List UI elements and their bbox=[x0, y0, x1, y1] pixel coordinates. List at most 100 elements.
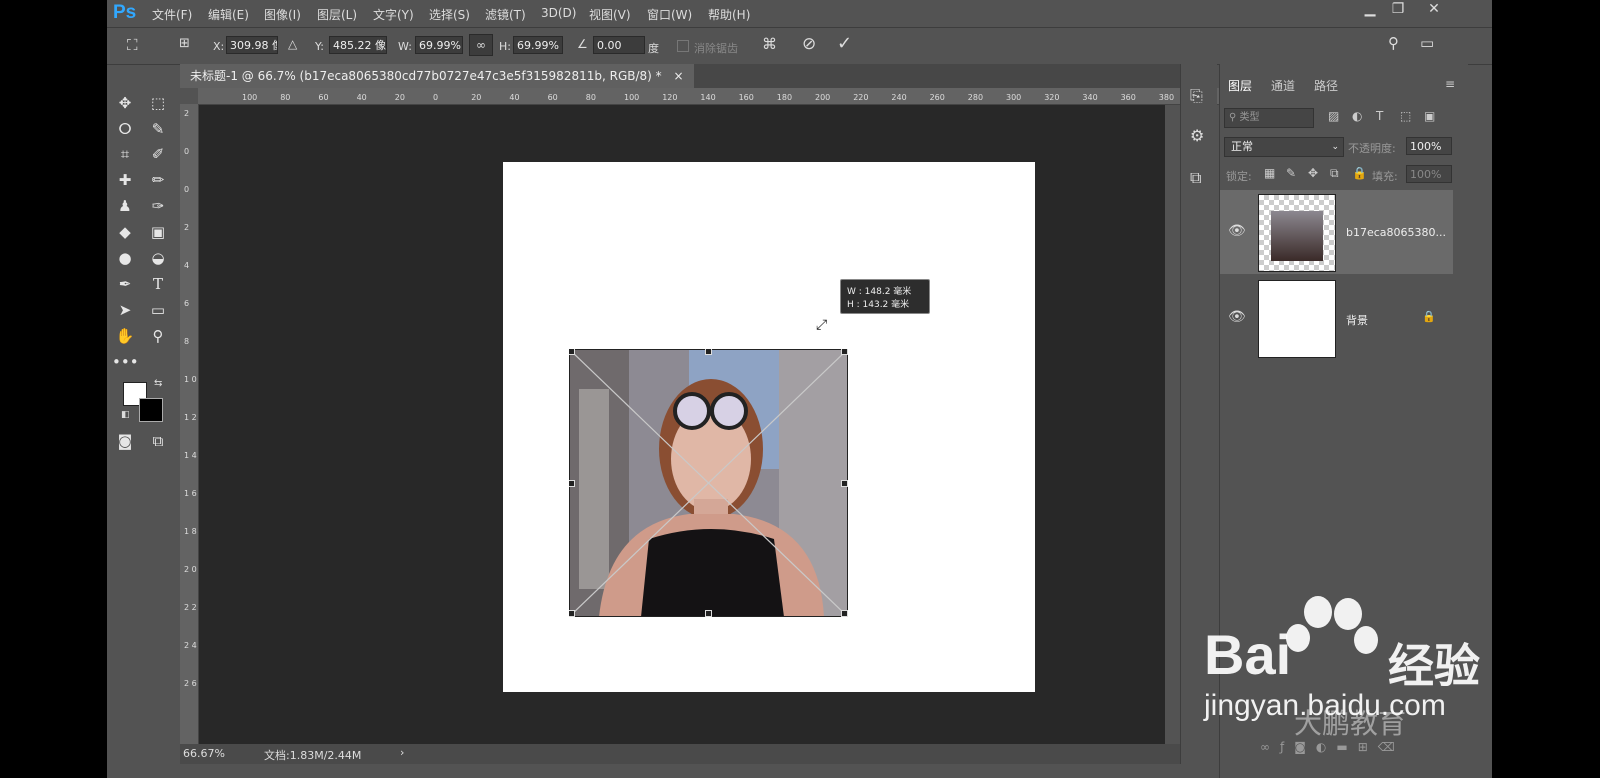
layer-name[interactable]: b17eca8065380... bbox=[1346, 226, 1446, 239]
search-icon[interactable]: ⚲ bbox=[1388, 34, 1399, 52]
quick-mask-icon[interactable]: ◙ bbox=[112, 430, 138, 452]
lock-pixels-icon[interactable]: ✎ bbox=[1286, 166, 1296, 180]
lasso-tool-icon[interactable]: ⵔ bbox=[112, 118, 138, 140]
layer-row-photo[interactable]: 👁 b17eca8065380... bbox=[1220, 190, 1453, 274]
brush-tool-icon[interactable]: ✏ bbox=[145, 169, 171, 191]
screen-mode-icon[interactable]: ⧉ bbox=[145, 430, 171, 452]
anti-alias-checkbox[interactable] bbox=[677, 40, 689, 52]
libraries-panel-icon[interactable]: ⧉ bbox=[1190, 168, 1201, 188]
height-field[interactable]: 69.99% bbox=[513, 36, 563, 54]
layer-search-field[interactable]: ⚲ 类型 bbox=[1224, 108, 1314, 128]
visibility-eye-icon[interactable]: 👁 bbox=[1228, 223, 1246, 239]
layer-row-background[interactable]: 👁 背景 🔒 bbox=[1220, 276, 1453, 360]
adjustment-icon[interactable]: ◐ bbox=[1316, 740, 1336, 754]
dodge-tool-icon[interactable]: ◒ bbox=[145, 247, 171, 269]
zoom-level[interactable]: 66.67% bbox=[183, 747, 225, 760]
menu-layer[interactable]: 图层(L) bbox=[317, 6, 357, 23]
delta-icon[interactable]: △ bbox=[288, 37, 297, 51]
reference-point-icon[interactable]: ⊞ bbox=[179, 36, 190, 51]
y-position-field[interactable]: 485.22 像素 bbox=[329, 36, 387, 54]
menu-window[interactable]: 窗口(W) bbox=[647, 6, 692, 23]
tab-layers[interactable]: 图层 bbox=[1228, 77, 1252, 94]
hand-tool-icon[interactable]: ✋ bbox=[112, 325, 138, 347]
menu-edit[interactable]: 编辑(E) bbox=[208, 6, 249, 23]
menu-help[interactable]: 帮助(H) bbox=[708, 6, 750, 23]
transform-handle[interactable] bbox=[841, 349, 848, 355]
filter-smart-icon[interactable]: ▣ bbox=[1424, 109, 1435, 123]
clone-stamp-icon[interactable]: ♟ bbox=[112, 195, 138, 217]
restore-icon[interactable]: ❐ bbox=[1385, 1, 1411, 21]
zoom-tool-icon[interactable]: ⚲ bbox=[145, 325, 171, 347]
rectangle-tool-icon[interactable]: ▭ bbox=[145, 299, 171, 321]
transform-handle[interactable] bbox=[705, 610, 712, 617]
transform-handle[interactable] bbox=[841, 610, 848, 617]
gradient-tool-icon[interactable]: ▣ bbox=[145, 221, 171, 243]
fx-icon[interactable]: ƒ bbox=[1280, 740, 1294, 754]
filter-type-icon[interactable]: T bbox=[1376, 109, 1383, 123]
menu-select[interactable]: 选择(S) bbox=[429, 6, 470, 23]
filter-shape-icon[interactable]: ⬚ bbox=[1400, 109, 1411, 123]
more-tools-icon[interactable]: ••• bbox=[112, 351, 139, 373]
x-position-field[interactable]: 309.98 像素 bbox=[226, 36, 278, 54]
menu-file[interactable]: 文件(F) bbox=[152, 6, 192, 23]
new-layer-icon[interactable]: ⊞ bbox=[1358, 740, 1378, 754]
background-color-swatch[interactable] bbox=[139, 398, 163, 422]
blur-tool-icon[interactable]: ● bbox=[112, 247, 138, 269]
history-panel-icon[interactable]: ⎘ bbox=[1190, 86, 1203, 106]
lock-artboard-icon[interactable]: ⧉ bbox=[1330, 166, 1339, 181]
link-icon[interactable]: ∞ bbox=[469, 34, 493, 56]
eyedropper-tool-icon[interactable]: ✐ bbox=[145, 143, 171, 165]
filter-pixel-icon[interactable]: ▨ bbox=[1328, 109, 1339, 123]
workspace-icon[interactable]: ▭ bbox=[1420, 34, 1434, 52]
menu-3d[interactable]: 3D(D) bbox=[541, 6, 576, 20]
link-layers-icon[interactable]: ∞ bbox=[1260, 740, 1280, 754]
transform-handle[interactable] bbox=[569, 480, 575, 487]
menu-filter[interactable]: 滤镜(T) bbox=[485, 6, 526, 23]
quick-select-tool-icon[interactable]: ✎ bbox=[145, 118, 171, 140]
menu-type[interactable]: 文字(Y) bbox=[373, 6, 414, 23]
transform-handle[interactable] bbox=[569, 610, 575, 617]
crop-tool-icon[interactable]: ⌗ bbox=[112, 143, 138, 165]
move-tool-icon[interactable]: ✥ bbox=[112, 92, 138, 114]
type-tool-icon[interactable]: T bbox=[145, 273, 171, 295]
tab-channels[interactable]: 通道 bbox=[1271, 77, 1295, 94]
lock-position-icon[interactable]: ✥ bbox=[1308, 166, 1318, 180]
trash-icon[interactable]: ⌫ bbox=[1378, 740, 1405, 754]
warp-icon[interactable]: ⌘ bbox=[762, 35, 777, 53]
path-select-icon[interactable]: ➤ bbox=[112, 299, 138, 321]
canvas-area[interactable]: W : 148.2 毫米 H : 143.2 毫米 ⤢ bbox=[199, 105, 1165, 745]
transform-handle[interactable] bbox=[705, 349, 712, 355]
transform-handle[interactable] bbox=[569, 349, 575, 355]
swap-colors-icon[interactable]: ⇆ bbox=[154, 378, 162, 389]
marquee-tool-icon[interactable]: ⬚ bbox=[145, 92, 171, 114]
menu-view[interactable]: 视图(V) bbox=[589, 6, 631, 23]
opacity-field[interactable]: 100% bbox=[1406, 137, 1452, 155]
lock-all-icon[interactable]: 🔒 bbox=[1352, 166, 1367, 180]
close-tab-icon[interactable]: × bbox=[673, 69, 683, 83]
layer-name[interactable]: 背景 bbox=[1346, 312, 1368, 328]
eraser-tool-icon[interactable]: ◆ bbox=[112, 221, 138, 243]
default-colors-icon[interactable]: ◧ bbox=[121, 410, 130, 420]
panel-menu-icon[interactable]: ≡ bbox=[1445, 77, 1455, 91]
blend-mode-select[interactable]: 正常 ⌄ bbox=[1224, 137, 1344, 157]
close-window-icon[interactable]: ✕ bbox=[1421, 1, 1447, 21]
document-tab[interactable]: 未标题-1 @ 66.7% (b17eca8065380cd77b0727e47… bbox=[180, 64, 694, 88]
properties-panel-icon[interactable]: ⚙ bbox=[1190, 126, 1204, 145]
status-arrow-icon[interactable]: › bbox=[400, 746, 404, 759]
history-brush-icon[interactable]: ✑ bbox=[145, 195, 171, 217]
angle-field[interactable]: 0.00 bbox=[593, 36, 645, 54]
filter-adjust-icon[interactable]: ◐ bbox=[1352, 109, 1362, 123]
tab-paths[interactable]: 路径 bbox=[1314, 77, 1338, 94]
cancel-transform-icon[interactable]: ⊘ bbox=[802, 34, 816, 54]
healing-brush-icon[interactable]: ✚ bbox=[112, 169, 138, 191]
commit-transform-icon[interactable]: ✓ bbox=[837, 33, 852, 54]
group-icon[interactable]: ▬ bbox=[1336, 740, 1357, 754]
minimize-icon[interactable]: ▁ bbox=[1357, 1, 1383, 21]
visibility-eye-icon[interactable]: 👁 bbox=[1228, 309, 1246, 325]
fill-field[interactable]: 100% bbox=[1406, 165, 1452, 183]
lock-transparency-icon[interactable]: ▦ bbox=[1264, 166, 1275, 180]
transform-handle[interactable] bbox=[841, 480, 848, 487]
placed-photo-layer[interactable] bbox=[569, 349, 848, 617]
width-field[interactable]: 69.99% bbox=[415, 36, 463, 54]
mask-icon[interactable]: ◙ bbox=[1294, 740, 1316, 754]
